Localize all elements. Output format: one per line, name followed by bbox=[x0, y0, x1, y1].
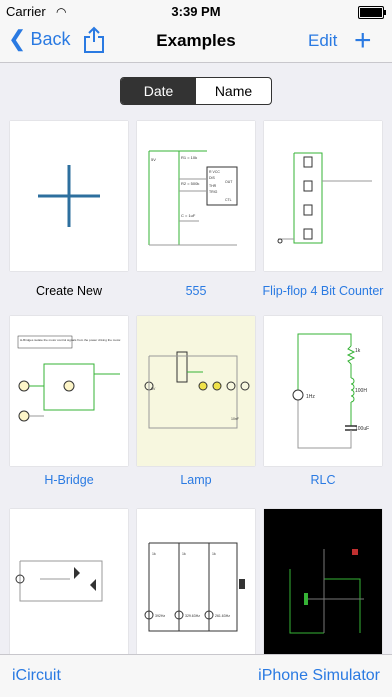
label-c: C = 1uF bbox=[181, 213, 196, 218]
label-ctl: CTL bbox=[225, 198, 232, 202]
app-name-label: iCircuit bbox=[12, 667, 61, 684]
simulator-label: iPhone Simulator bbox=[258, 667, 380, 684]
row3-f1-label: 392Hz bbox=[155, 614, 165, 618]
rlc-c-label: 100uF bbox=[355, 426, 369, 432]
label-rvcc: R VCC bbox=[209, 170, 220, 174]
row3-r1-label: 1k bbox=[152, 552, 156, 556]
navigation-bar: ❮ Back Examples Edit + bbox=[0, 22, 392, 63]
segment-date[interactable]: Date bbox=[121, 78, 196, 104]
circuit-thumbnail-row3-3[interactable] bbox=[264, 509, 382, 655]
h-bridge-note: H-Bridges isolate the motor control sign… bbox=[20, 338, 121, 342]
sort-segmented-control: Date Name bbox=[120, 77, 272, 105]
circuit-thumbnail-h-bridge[interactable]: H-Bridges isolate the motor control sign… bbox=[10, 316, 128, 466]
example-label: RLC bbox=[310, 473, 336, 487]
battery-icon bbox=[358, 6, 386, 19]
example-label: Flip-flop 4 Bit Counter bbox=[262, 284, 384, 298]
circuit-thumbnail-lamp[interactable]: 5V 10nF bbox=[137, 316, 255, 466]
lamp-v-label: 5V bbox=[151, 387, 156, 391]
add-button[interactable]: + bbox=[354, 24, 372, 58]
label-out: OUT bbox=[225, 180, 233, 184]
label-trig: TRIG bbox=[209, 190, 218, 194]
status-bar: Carrier ◠ 3:39 PM bbox=[0, 0, 392, 22]
label-r2: R2 = 500k bbox=[181, 181, 199, 186]
circuit-thumbnail-row3-2[interactable]: 1k 1k 1k 392Hz 329.63Hz 261.63Hz bbox=[137, 509, 255, 655]
rlc-l-label: 100H bbox=[355, 388, 367, 394]
circuit-thumbnail-555[interactable]: R1 = 10k R2 = 500k C = 1uF 5V R VCC DIS … bbox=[137, 121, 255, 271]
segment-name[interactable]: Name bbox=[196, 78, 271, 104]
circuit-thumbnail-flip-flop[interactable] bbox=[264, 121, 382, 271]
label-dis: DIS bbox=[209, 176, 216, 180]
bottom-toolbar: iCircuit iPhone Simulator bbox=[0, 654, 392, 697]
circuit-thumbnail-row3-1[interactable] bbox=[10, 509, 128, 655]
label-v: 5V bbox=[151, 157, 156, 162]
status-time: 3:39 PM bbox=[171, 4, 221, 19]
circuit-thumbnail-rlc[interactable]: 1Hz 1k 100H 100uF bbox=[264, 316, 382, 466]
row3-r2-label: 1k bbox=[182, 552, 186, 556]
row3-r3-label: 1k bbox=[212, 552, 216, 556]
rlc-source-label: 1Hz bbox=[306, 394, 315, 400]
row3-f2-label: 329.63Hz bbox=[185, 614, 200, 618]
rlc-r-label: 1k bbox=[355, 348, 361, 354]
label-r1: R1 = 10k bbox=[181, 155, 197, 160]
row3-f3-label: 261.63Hz bbox=[215, 614, 230, 618]
create-new-thumbnail[interactable] bbox=[10, 121, 128, 271]
edit-button[interactable]: Edit bbox=[308, 31, 337, 51]
label-thr: THR bbox=[209, 184, 217, 188]
lamp-c-label: 10nF bbox=[231, 417, 239, 421]
